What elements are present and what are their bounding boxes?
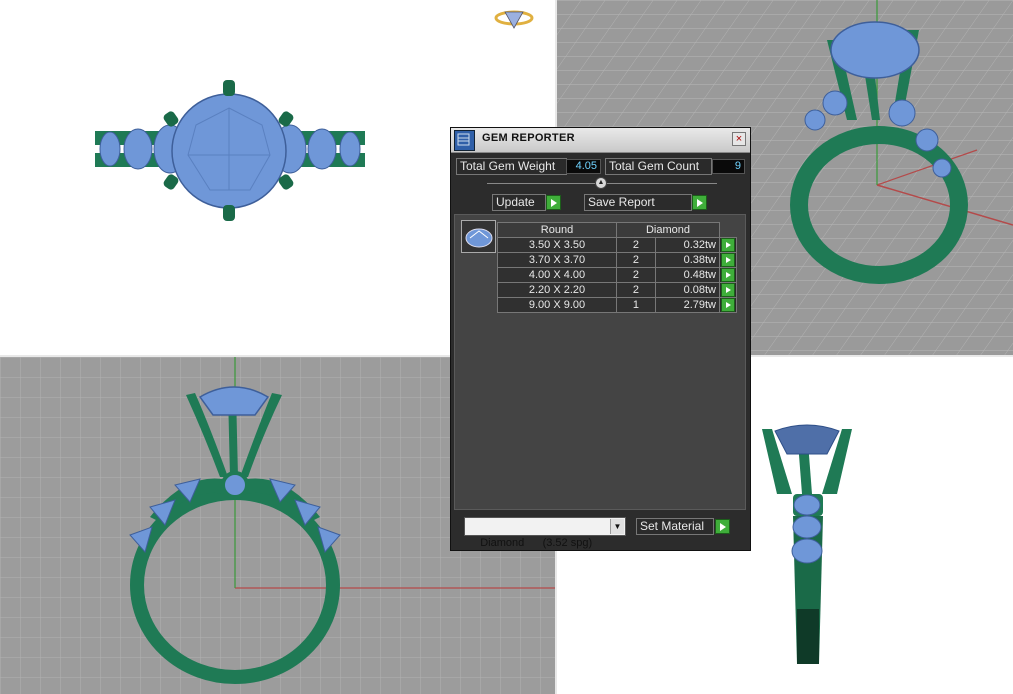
row-action-cell[interactable] bbox=[719, 282, 737, 298]
row-action-cell[interactable] bbox=[719, 297, 737, 313]
save-report-button[interactable]: Save Report bbox=[584, 194, 692, 211]
gem-count: 2 bbox=[616, 237, 656, 253]
table-row[interactable]: 4.00 X 4.00 2 0.48tw bbox=[497, 267, 737, 283]
row-action-cell[interactable] bbox=[719, 237, 737, 253]
gem-size: 4.00 X 4.00 bbox=[497, 267, 617, 283]
table-row[interactable]: 9.00 X 9.00 1 2.79tw bbox=[497, 297, 737, 313]
gem-reporter-icon bbox=[454, 130, 475, 151]
table-row[interactable]: 2.20 X 2.20 2 0.08tw bbox=[497, 282, 737, 298]
save-report-arrow-icon[interactable] bbox=[692, 195, 707, 210]
gem-count: 1 bbox=[616, 297, 656, 313]
update-arrow-icon[interactable] bbox=[546, 195, 561, 210]
gem-list-area: Round Diamond 3.50 X 3.50 2 0.32tw 3.70 … bbox=[454, 214, 746, 510]
row-action-cell[interactable] bbox=[719, 267, 737, 283]
round-gem-icon[interactable] bbox=[461, 220, 496, 253]
gem-count: 2 bbox=[616, 252, 656, 268]
arrow-right-icon[interactable] bbox=[721, 298, 735, 312]
table-row[interactable]: 3.50 X 3.50 2 0.32tw bbox=[497, 237, 737, 253]
gem-size: 2.20 X 2.20 bbox=[497, 282, 617, 298]
collapse-icon[interactable]: ▲ bbox=[595, 177, 607, 189]
panel-title: GEM REPORTER bbox=[482, 132, 575, 144]
gem-count: 2 bbox=[616, 267, 656, 283]
set-material-arrow-icon[interactable] bbox=[715, 519, 730, 534]
set-material-button[interactable]: Set Material bbox=[636, 518, 714, 535]
dropdown-icon[interactable]: ▼ bbox=[610, 519, 624, 534]
material-select[interactable]: Diamond (3.52 spg) ▼ bbox=[464, 517, 626, 549]
gem-size: 3.50 X 3.50 bbox=[497, 237, 617, 253]
total-gem-count-label: Total Gem Count bbox=[605, 158, 712, 175]
material-select-value: Diamond (3.52 spg) bbox=[480, 537, 593, 549]
logo-icon bbox=[494, 10, 534, 29]
arrow-right-icon[interactable] bbox=[721, 268, 735, 282]
gem-weight: 2.79tw bbox=[654, 297, 721, 313]
panel-titlebar[interactable]: GEM REPORTER × bbox=[451, 128, 750, 153]
gem-weight: 0.08tw bbox=[654, 282, 721, 298]
close-icon[interactable]: × bbox=[732, 132, 746, 146]
gem-weight: 0.48tw bbox=[654, 267, 721, 283]
update-button[interactable]: Update bbox=[492, 194, 546, 211]
table-row[interactable]: 3.70 X 3.70 2 0.38tw bbox=[497, 252, 737, 268]
gem-reporter-panel: GEM REPORTER × Total Gem Weight 4.05 Tot… bbox=[450, 127, 751, 551]
material-header: Diamond bbox=[616, 222, 720, 238]
arrow-right-icon[interactable] bbox=[721, 238, 735, 252]
gem-weight: 0.38tw bbox=[654, 252, 721, 268]
arrow-right-icon[interactable] bbox=[721, 283, 735, 297]
total-gem-weight-value: 4.05 bbox=[566, 159, 601, 174]
shape-header: Round bbox=[497, 222, 617, 238]
gem-table: Round Diamond 3.50 X 3.50 2 0.32tw 3.70 … bbox=[497, 222, 737, 313]
total-gem-weight-label: Total Gem Weight bbox=[456, 158, 567, 175]
gem-weight: 0.32tw bbox=[654, 237, 721, 253]
arrow-right-icon[interactable] bbox=[721, 253, 735, 267]
gem-count: 2 bbox=[616, 282, 656, 298]
gem-size: 9.00 X 9.00 bbox=[497, 297, 617, 313]
row-action-cell[interactable] bbox=[719, 252, 737, 268]
gem-size: 3.70 X 3.70 bbox=[497, 252, 617, 268]
total-gem-count-value: 9 bbox=[712, 159, 745, 174]
